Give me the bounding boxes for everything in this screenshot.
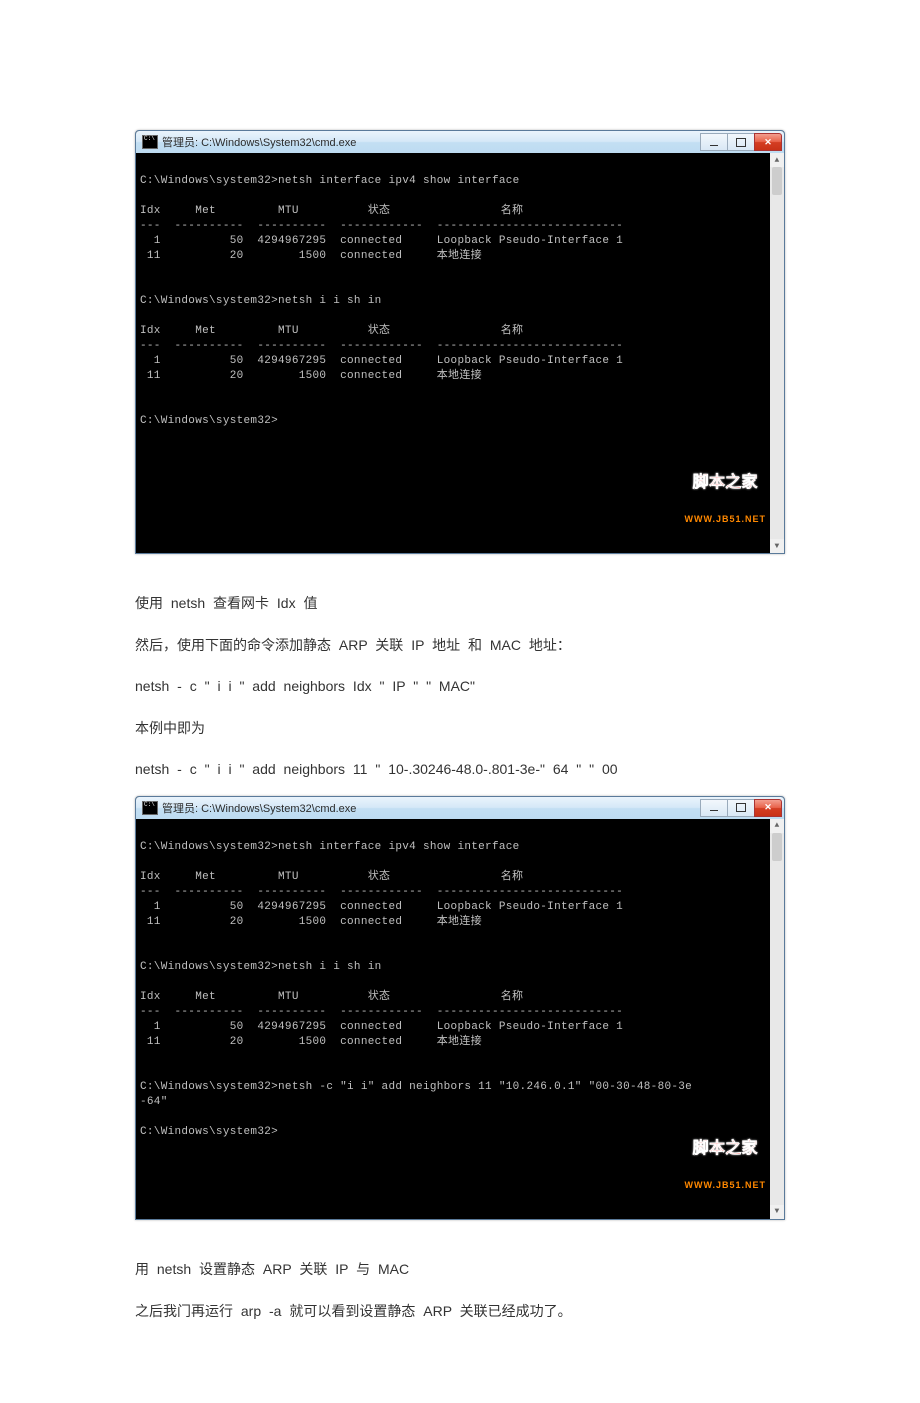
minimize-button[interactable] [700,133,728,151]
scroll-down-icon[interactable]: ▼ [770,1205,784,1219]
scroll-thumb[interactable] [772,167,782,195]
paragraph: 用 netsh 设置静态 ARP 关联 IP 与 MAC [135,1260,785,1280]
article-section-2: 用 netsh 设置静态 ARP 关联 IP 与 MAC 之后我门再运行 arp… [135,1260,785,1321]
paragraph: 本例中即为 [135,719,785,739]
titlebar[interactable]: 管理员: C:\Windows\System32\cmd.exe [136,131,784,153]
scrollbar[interactable]: ▲ ▼ [770,153,784,553]
watermark-url: WWW.JB51.NET [684,513,766,525]
scroll-up-icon[interactable]: ▲ [770,819,784,833]
watermark-url: WWW.JB51.NET [684,1179,766,1191]
terminal-window-2: 管理员: C:\Windows\System32\cmd.exe C:\Wind… [135,796,785,1220]
cmd-icon [142,135,158,149]
titlebar[interactable]: 管理员: C:\Windows\System32\cmd.exe [136,797,784,819]
paragraph: 之后我门再运行 arp -a 就可以看到设置静态 ARP 关联已经成功了。 [135,1302,785,1322]
scroll-down-icon[interactable]: ▼ [770,539,784,553]
terminal-body: C:\Windows\system32>netsh interface ipv4… [136,819,784,1219]
watermark: 脚本之家 WWW.JB51.NET [684,453,766,549]
paragraph: 然后，使用下面的命令添加静态 ARP 关联 IP 地址 和 MAC 地址： [135,636,785,656]
scrollbar[interactable]: ▲ ▼ [770,819,784,1219]
terminal-body: C:\Windows\system32>netsh interface ipv4… [136,153,784,553]
window-title: 管理员: C:\Windows\System32\cmd.exe [162,134,356,150]
watermark-text: 脚本之家 [684,1143,766,1155]
scroll-thumb[interactable] [772,833,782,861]
titlebar-left: 管理员: C:\Windows\System32\cmd.exe [142,134,356,150]
close-button[interactable] [754,799,782,817]
window-controls [701,799,782,817]
article-section-1: 使用 netsh 查看网卡 Idx 值 然后，使用下面的命令添加静态 ARP 关… [135,594,785,780]
terminal-output: C:\Windows\system32>netsh interface ipv4… [140,174,780,489]
window-title: 管理员: C:\Windows\System32\cmd.exe [162,800,356,816]
scroll-track[interactable] [770,861,784,1205]
document-page: 管理员: C:\Windows\System32\cmd.exe C:\Wind… [0,0,920,1403]
paragraph: 使用 netsh 查看网卡 Idx 值 [135,594,785,614]
watermark: 脚本之家 WWW.JB51.NET [684,1119,766,1215]
maximize-button[interactable] [727,799,755,817]
close-button[interactable] [754,133,782,151]
watermark-text: 脚本之家 [684,477,766,489]
window-controls [701,133,782,151]
scroll-track[interactable] [770,195,784,539]
command-line: netsh - c " i i " add neighbors 11 " 10-… [135,760,785,780]
terminal-output: C:\Windows\system32>netsh interface ipv4… [140,840,780,1155]
cmd-icon [142,801,158,815]
scroll-up-icon[interactable]: ▲ [770,153,784,167]
titlebar-left: 管理员: C:\Windows\System32\cmd.exe [142,800,356,816]
command-line: netsh - c " i i " add neighbors Idx " IP… [135,677,785,697]
minimize-button[interactable] [700,799,728,817]
maximize-button[interactable] [727,133,755,151]
terminal-window-1: 管理员: C:\Windows\System32\cmd.exe C:\Wind… [135,130,785,554]
